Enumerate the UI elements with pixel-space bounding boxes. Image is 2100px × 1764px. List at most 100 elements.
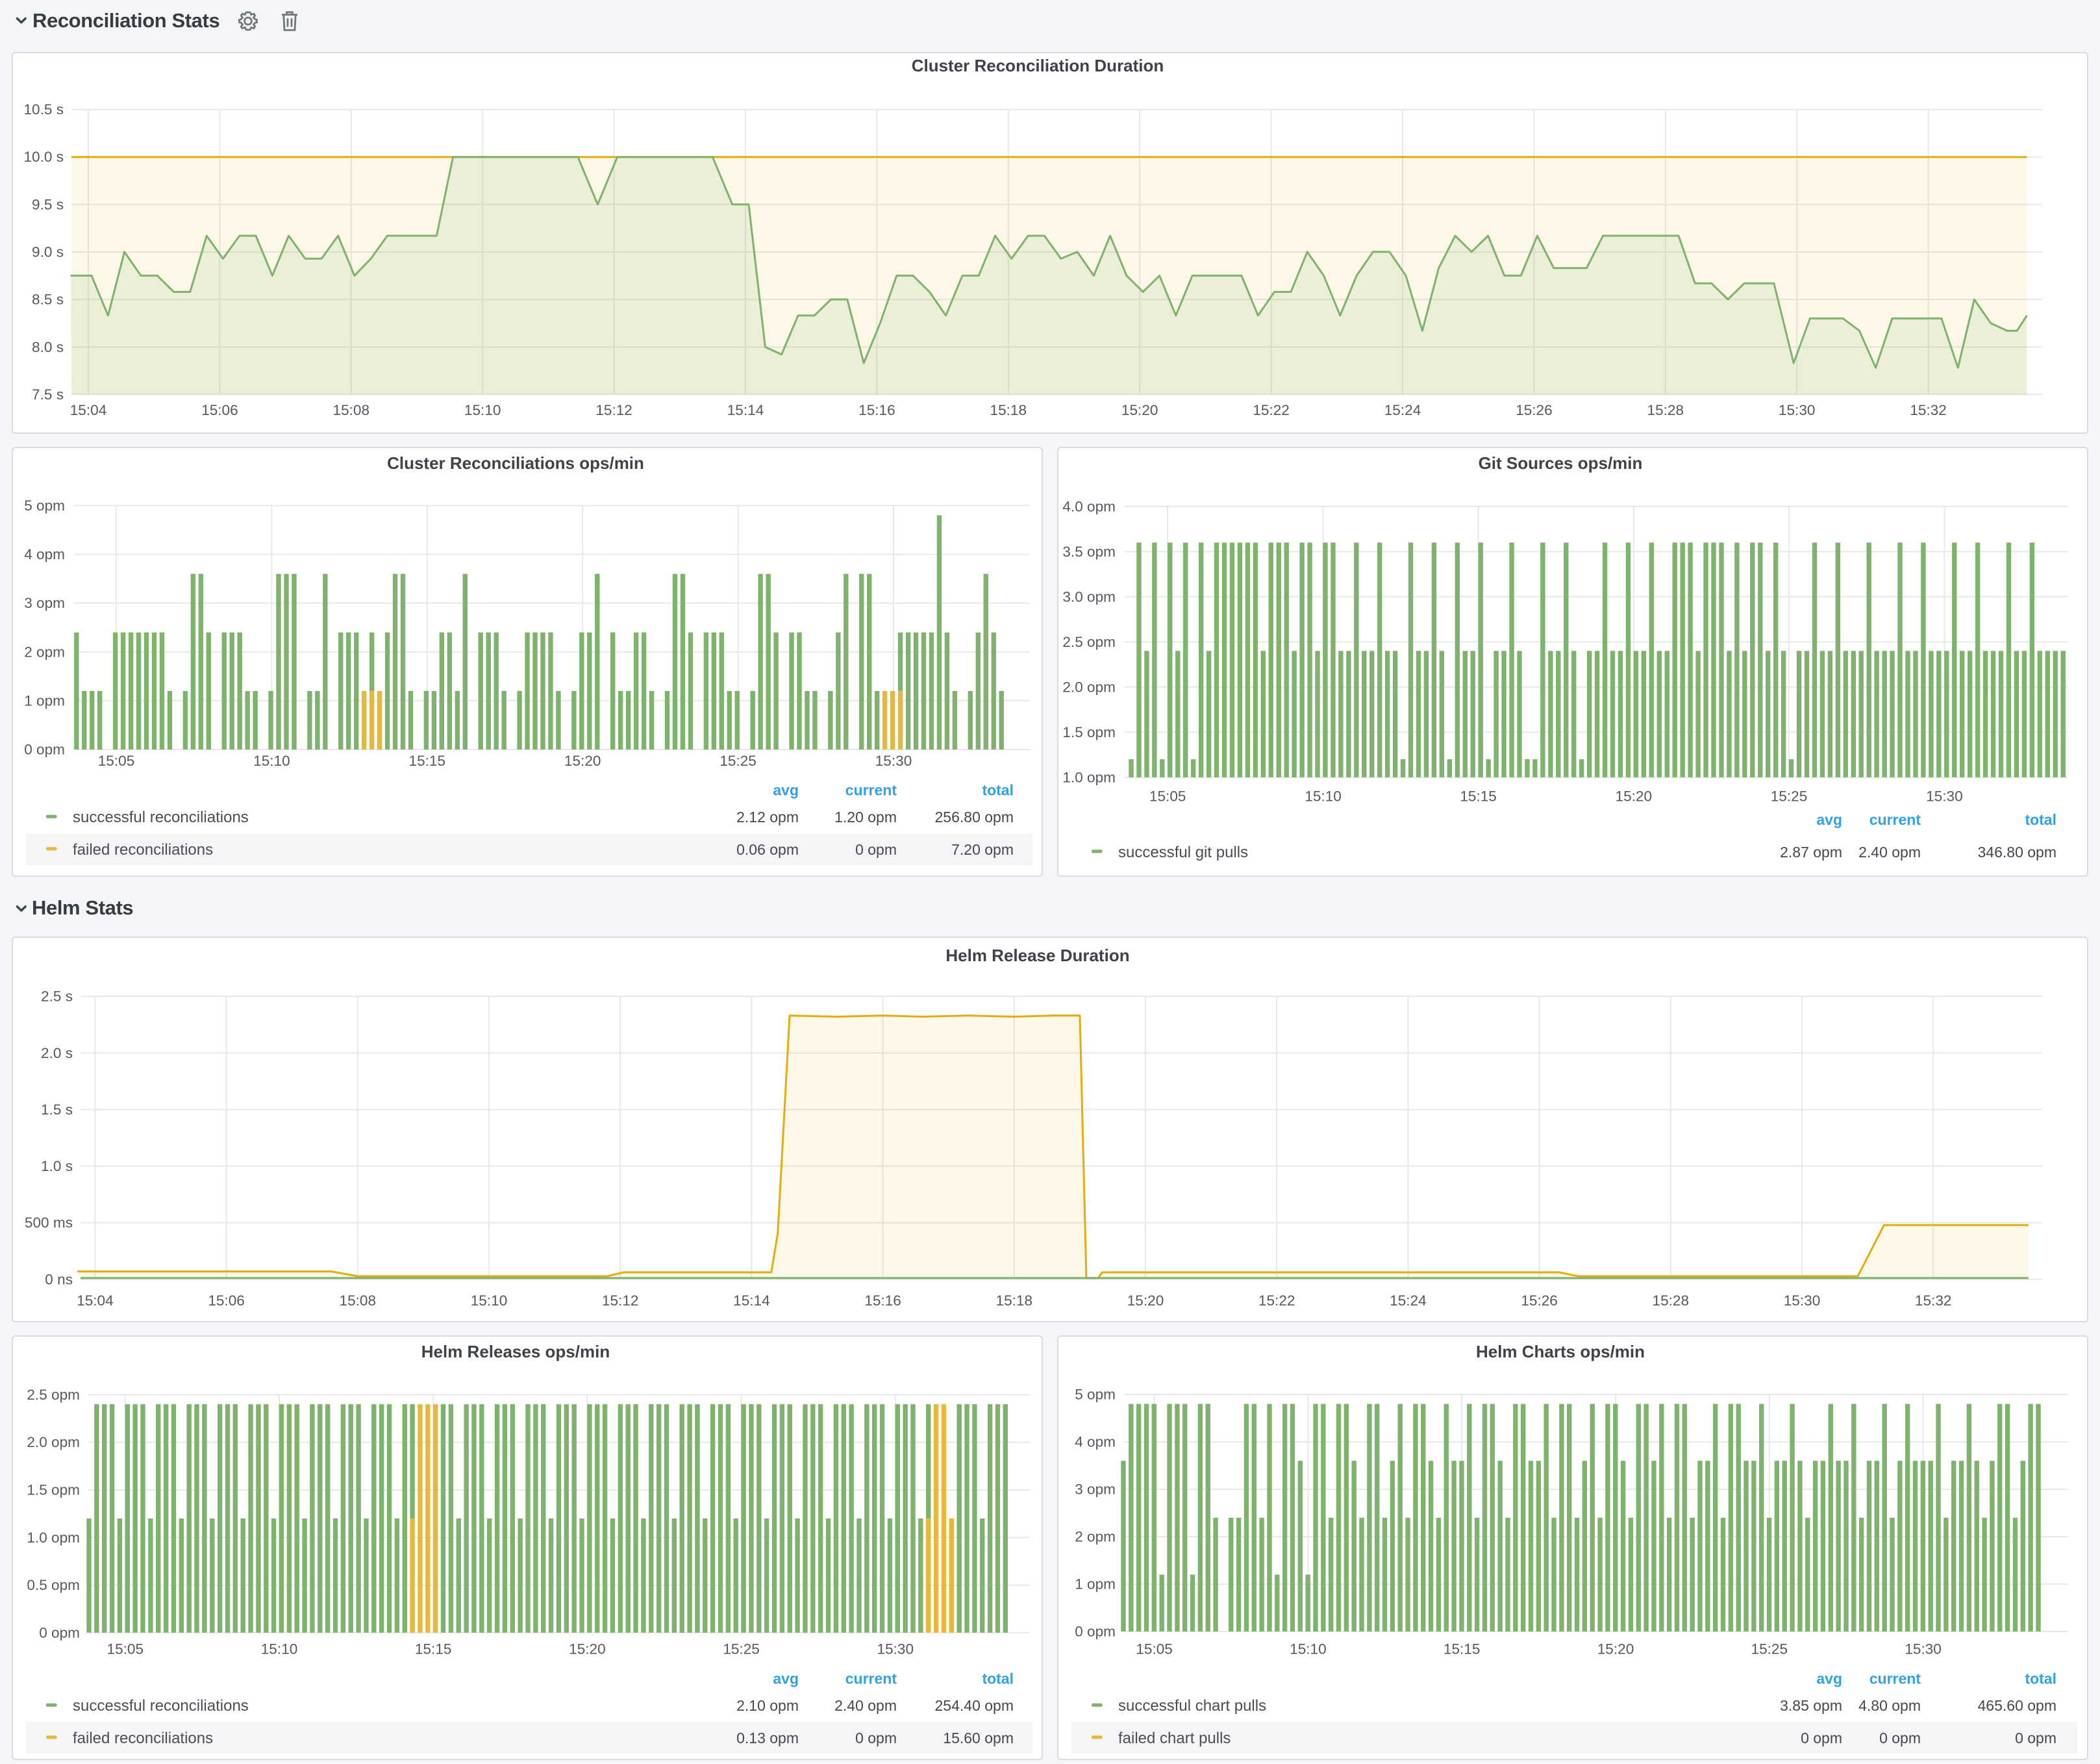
- svg-text:256.80 opm: 256.80 opm: [935, 809, 1014, 825]
- svg-text:15:20: 15:20: [569, 1641, 606, 1657]
- svg-text:5 opm: 5 opm: [24, 498, 65, 514]
- svg-text:15:26: 15:26: [1521, 1292, 1558, 1309]
- svg-text:total: total: [982, 782, 1014, 799]
- svg-text:2.40 opm: 2.40 opm: [834, 1697, 897, 1714]
- svg-text:15:26: 15:26: [1516, 402, 1553, 418]
- svg-text:15:15: 15:15: [409, 753, 446, 769]
- svg-text:3 opm: 3 opm: [1075, 1481, 1116, 1498]
- svg-text:15:20: 15:20: [564, 753, 601, 769]
- svg-text:2.12 opm: 2.12 opm: [736, 809, 799, 825]
- svg-text:1.0 s: 1.0 s: [41, 1158, 73, 1174]
- svg-text:346.80 opm: 346.80 opm: [1978, 844, 2056, 861]
- svg-text:1.5 opm: 1.5 opm: [1062, 724, 1116, 740]
- svg-text:2.0 opm: 2.0 opm: [27, 1434, 80, 1450]
- svg-text:15:12: 15:12: [595, 402, 632, 418]
- svg-text:15:30: 15:30: [875, 753, 912, 769]
- svg-text:15:06: 15:06: [201, 402, 238, 418]
- svg-text:total: total: [2025, 1670, 2056, 1687]
- svg-text:total: total: [2025, 811, 2056, 828]
- svg-text:total: total: [982, 1670, 1014, 1687]
- svg-text:4.80 opm: 4.80 opm: [1858, 1697, 1921, 1714]
- svg-text:7.20 opm: 7.20 opm: [951, 841, 1014, 858]
- svg-text:2.5 opm: 2.5 opm: [27, 1387, 80, 1403]
- svg-text:2.10 opm: 2.10 opm: [736, 1697, 799, 1714]
- svg-text:15:25: 15:25: [1771, 788, 1808, 804]
- svg-text:15:08: 15:08: [340, 1292, 377, 1309]
- svg-text:15:10: 15:10: [471, 1292, 508, 1309]
- svg-text:254.40 opm: 254.40 opm: [935, 1697, 1014, 1714]
- svg-text:3.85 opm: 3.85 opm: [1780, 1697, 1842, 1714]
- svg-text:current: current: [1869, 811, 1921, 828]
- svg-text:15:30: 15:30: [1926, 788, 1963, 804]
- svg-text:15:08: 15:08: [333, 402, 370, 418]
- svg-text:3.5 opm: 3.5 opm: [1062, 544, 1116, 560]
- svg-text:0 opm: 0 opm: [1879, 1730, 1921, 1746]
- svg-text:2.87 opm: 2.87 opm: [1780, 844, 1842, 861]
- svg-text:2.5 opm: 2.5 opm: [1062, 634, 1116, 650]
- svg-text:15:10: 15:10: [253, 753, 290, 769]
- svg-text:0 opm: 0 opm: [855, 841, 897, 858]
- svg-text:0 opm: 0 opm: [39, 1624, 80, 1641]
- svg-text:avg: avg: [773, 1670, 799, 1687]
- svg-text:15:10: 15:10: [1290, 1641, 1327, 1657]
- svg-text:1 opm: 1 opm: [24, 692, 65, 709]
- svg-text:avg: avg: [773, 782, 799, 799]
- svg-text:15:30: 15:30: [1905, 1641, 1942, 1657]
- svg-text:500 ms: 500 ms: [25, 1215, 73, 1231]
- svg-text:15:30: 15:30: [1779, 402, 1816, 418]
- svg-text:1.5 opm: 1.5 opm: [27, 1482, 80, 1498]
- svg-text:15:20: 15:20: [1597, 1641, 1634, 1657]
- svg-text:current: current: [845, 782, 897, 799]
- svg-text:successful reconciliations: successful reconciliations: [73, 1697, 249, 1715]
- svg-text:15:24: 15:24: [1390, 1292, 1427, 1309]
- svg-text:5 opm: 5 opm: [1075, 1387, 1116, 1403]
- svg-text:current: current: [845, 1670, 897, 1687]
- svg-text:avg: avg: [1816, 811, 1842, 828]
- svg-text:2.40 opm: 2.40 opm: [1858, 844, 1921, 861]
- svg-text:15:30: 15:30: [1784, 1292, 1821, 1309]
- svg-text:7.5 s: 7.5 s: [32, 386, 64, 403]
- svg-text:1.5 s: 1.5 s: [41, 1102, 73, 1118]
- svg-text:15:25: 15:25: [1751, 1641, 1788, 1657]
- svg-text:15:22: 15:22: [1253, 402, 1290, 418]
- svg-text:10.0 s: 10.0 s: [23, 149, 64, 165]
- svg-text:2.0 s: 2.0 s: [41, 1045, 73, 1061]
- svg-text:15:14: 15:14: [727, 402, 764, 418]
- svg-text:15:16: 15:16: [864, 1292, 901, 1309]
- svg-text:1.20 opm: 1.20 opm: [834, 809, 897, 825]
- svg-text:15:04: 15:04: [77, 1292, 114, 1309]
- svg-text:0 opm: 0 opm: [24, 742, 65, 758]
- svg-text:15:15: 15:15: [1460, 788, 1497, 804]
- svg-text:15:05: 15:05: [98, 753, 135, 769]
- svg-text:15:20: 15:20: [1127, 1292, 1164, 1309]
- svg-text:15:25: 15:25: [723, 1641, 760, 1657]
- svg-text:avg: avg: [1816, 1670, 1842, 1687]
- svg-text:15:24: 15:24: [1384, 402, 1421, 418]
- svg-text:15.60 opm: 15.60 opm: [943, 1730, 1014, 1746]
- svg-text:1 opm: 1 opm: [1075, 1576, 1116, 1593]
- svg-text:10.5 s: 10.5 s: [23, 101, 64, 118]
- svg-text:4 opm: 4 opm: [1075, 1434, 1116, 1450]
- svg-text:0 opm: 0 opm: [1801, 1730, 1842, 1746]
- svg-text:9.5 s: 9.5 s: [32, 196, 64, 212]
- svg-text:current: current: [1869, 1670, 1921, 1687]
- svg-text:15:18: 15:18: [990, 402, 1027, 418]
- svg-text:successful chart pulls: successful chart pulls: [1118, 1697, 1266, 1715]
- svg-text:2.0 opm: 2.0 opm: [1062, 679, 1116, 695]
- svg-text:8.5 s: 8.5 s: [32, 292, 64, 308]
- svg-text:4.0 opm: 4.0 opm: [1062, 498, 1116, 514]
- svg-text:successful git pulls: successful git pulls: [1118, 844, 1248, 861]
- svg-text:15:10: 15:10: [464, 402, 501, 418]
- svg-text:465.60 opm: 465.60 opm: [1978, 1697, 2056, 1714]
- svg-text:2 opm: 2 opm: [24, 644, 65, 660]
- svg-text:8.0 s: 8.0 s: [32, 339, 64, 355]
- svg-text:9.0 s: 9.0 s: [32, 244, 64, 260]
- svg-text:4 opm: 4 opm: [24, 546, 65, 562]
- svg-text:15:14: 15:14: [733, 1292, 770, 1309]
- svg-text:15:25: 15:25: [719, 753, 756, 769]
- svg-text:15:05: 15:05: [1136, 1641, 1173, 1657]
- svg-text:0 opm: 0 opm: [855, 1730, 897, 1746]
- svg-text:failed chart pulls: failed chart pulls: [1118, 1730, 1231, 1747]
- svg-text:15:15: 15:15: [415, 1641, 452, 1657]
- svg-text:15:20: 15:20: [1121, 402, 1158, 418]
